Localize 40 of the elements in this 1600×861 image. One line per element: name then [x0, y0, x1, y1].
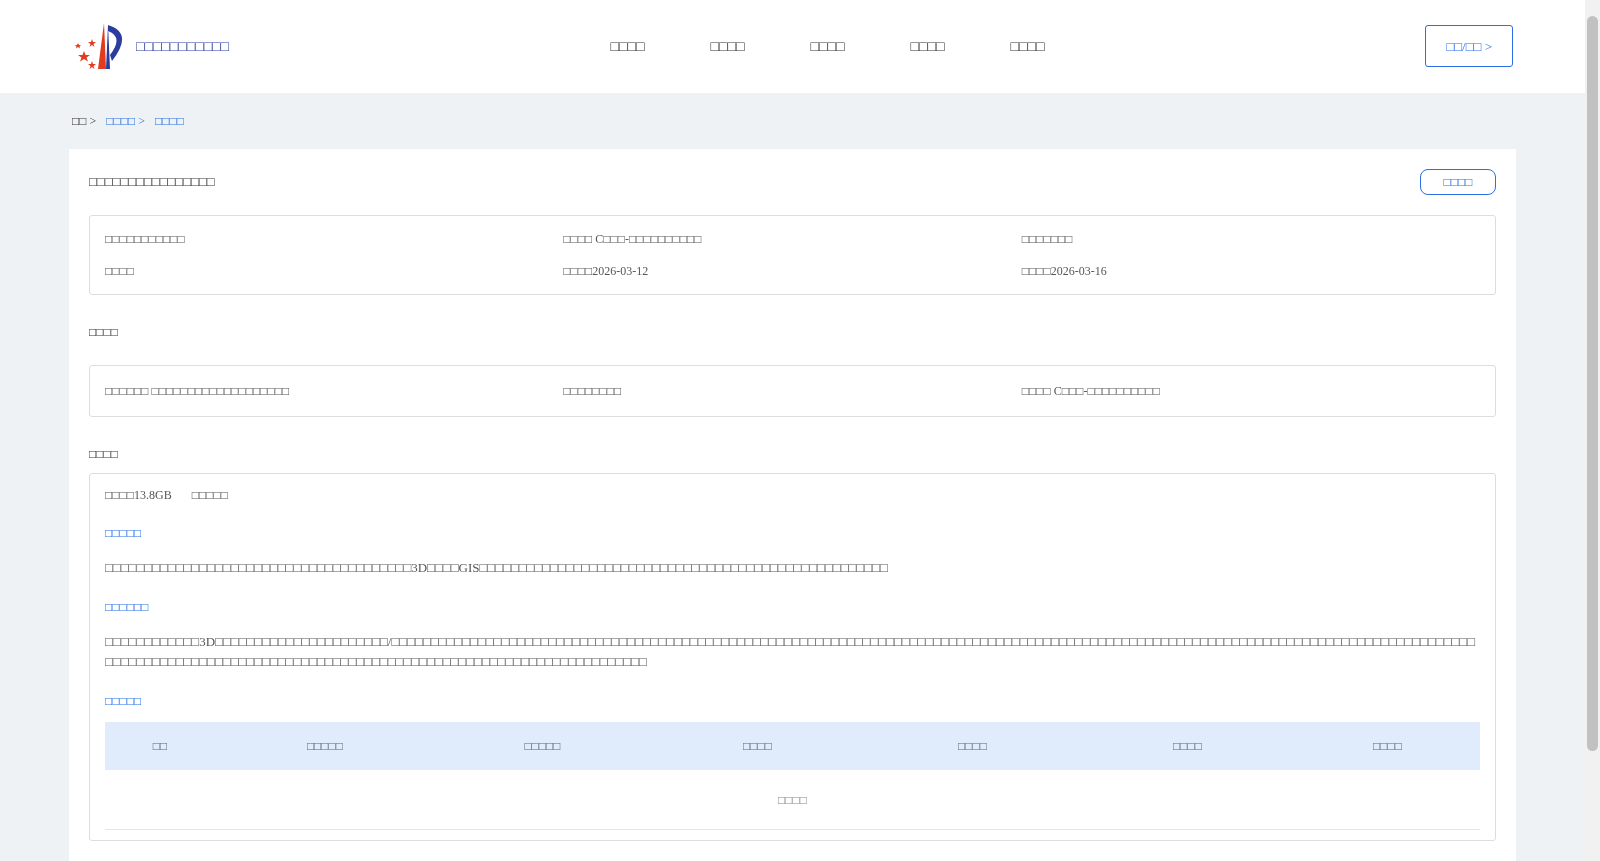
column-header: □□□□ [1172, 738, 1203, 755]
card-title: □□□□□□□□□□□□□□□□ [89, 173, 215, 192]
info-text: □□□□13.8GB [105, 487, 172, 504]
column-header: □□□□□ [523, 738, 562, 755]
column-header: □□ [151, 738, 169, 755]
login-button[interactable]: □□/□□ > [1425, 25, 1513, 68]
column-header: □□□□ [1372, 738, 1403, 755]
info-text: □□□□2026-03-16 [1021, 263, 1108, 280]
info-text: □□□□□□ □□□□□□□□□□□□□□□□□□□ [105, 383, 291, 400]
section-heading: □□□□□□ [105, 599, 150, 616]
site-name[interactable]: □□□□□□□□□□□ [136, 35, 230, 57]
nav-link[interactable]: □□□□ [800, 35, 855, 57]
description-text: □□□□□□□□□□□□3D□□□□□□□□□□□□□□□□□□□□□□/□□□□□□□□□□□□□□□□□□□□□□□□□□□□□□□□□□□□□□□□□□□□□□□□□□□□□□□□□□□□□□□□□□□□□□□□□□□□□□□□□□□□□□□□□□□□□□□□□□□□□□□□□□□□□□□□□□□□□□□□□□□□□□□□□□□□□□□□□□□□□□□□□□□□□□□□□□□□□□□□□□□□□□□□□□□□□□□□□□□□□□□□□□□□□□□□□□□□□□□□□□□□□□□ [105, 633, 1477, 671]
column-header: □□□□□ [305, 738, 345, 755]
nav-link[interactable]: □□□□ [1000, 35, 1055, 57]
description-text: □□□□□□□□□□□□□□□□□□□□□□□□□□□□□□□□□□□□□□□3D□□□□GIS□□□□□□□□□□□□□□□□□□□□□□□□□□□□□□□□□□□□□□□□□□□□□□□□□□□□ [105, 559, 889, 577]
nav-link[interactable]: □□□□ [700, 35, 755, 57]
empty-text: □□□□ [778, 791, 807, 809]
action-button[interactable]: □□□□ [1420, 169, 1496, 195]
info-text: □□□□□□□□ [563, 383, 623, 400]
section-title: □□□□ [89, 446, 119, 463]
column-header: □□□□ [742, 738, 773, 755]
column-header: □□□□ [957, 738, 988, 755]
scrollbar-thumb[interactable] [1587, 16, 1598, 751]
info-text: □□□□□□□ [1021, 231, 1074, 248]
section-heading: □□□□□ [105, 525, 143, 542]
info-text: □□□□ C□□□-□□□□□□□□□□ [1021, 383, 1161, 400]
info-text: □□□□2026-03-12 [563, 263, 650, 280]
info-text: □□□□□ [191, 487, 228, 504]
breadcrumb-link[interactable]: □□□□ [155, 111, 185, 130]
scrollbar[interactable] [1585, 0, 1600, 861]
section-title: □□□□ [89, 324, 119, 341]
info-text: □□□□ C□□□-□□□□□□□□□□ [563, 231, 703, 248]
breadcrumb-link[interactable]: □□ > [72, 111, 97, 130]
breadcrumb-link[interactable]: □□□□ > [106, 111, 146, 130]
section-heading: □□□□□ [105, 693, 143, 710]
info-text: □□□□ [105, 263, 135, 280]
nav-link[interactable]: □□□□ [600, 35, 655, 57]
info-text: □□□□□□□□□□□ [105, 231, 186, 248]
nav-link[interactable]: □□□□ [900, 35, 955, 57]
